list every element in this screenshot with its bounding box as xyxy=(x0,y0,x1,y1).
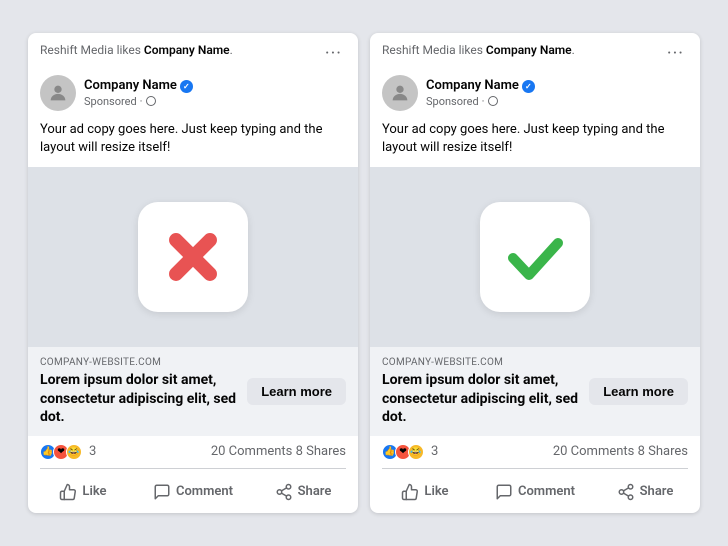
cta-left: COMPANY-WEBSITE.COM Lorem ipsum dolor si… xyxy=(40,357,240,426)
share-label: Share xyxy=(640,484,674,499)
like-label: Like xyxy=(424,484,448,499)
divider xyxy=(382,468,688,469)
comment-button[interactable]: Comment xyxy=(480,477,590,507)
like-label: Like xyxy=(82,484,106,499)
likes-prefix: Reshift Media likes xyxy=(40,43,144,57)
haha-bubble: 😂 xyxy=(408,444,424,460)
share-label: Share xyxy=(298,484,332,499)
learn-more-button[interactable]: Learn more xyxy=(247,378,346,405)
comment-label: Comment xyxy=(518,484,575,499)
comment-icon xyxy=(153,483,171,501)
profile-info: Company Name Sponsored · xyxy=(426,78,535,108)
like-button[interactable]: Like xyxy=(28,477,138,507)
share-button[interactable]: Share xyxy=(248,477,358,507)
likes-section: Reshift Media likes Company Name. xyxy=(382,43,575,59)
share-icon xyxy=(275,483,293,501)
profile-info: Company Name Sponsored · xyxy=(84,78,193,108)
icon-box xyxy=(138,202,248,312)
likes-section: Reshift Media likes Company Name. xyxy=(40,43,233,59)
actions-row: Like Comment Share xyxy=(370,473,700,513)
ad-copy: Your ad copy goes here. Just keep typing… xyxy=(28,117,358,167)
reactions-row: 👍 ❤ 😂 3 20 Comments 8 Shares xyxy=(370,436,700,464)
image-area xyxy=(370,167,700,347)
website-url: COMPANY-WEBSITE.COM xyxy=(382,357,582,368)
ad-copy: Your ad copy goes here. Just keep typing… xyxy=(370,117,700,167)
reactions-left: 👍 ❤ 😂 3 xyxy=(382,444,438,460)
avatar xyxy=(382,75,418,111)
cta-left: COMPANY-WEBSITE.COM Lorem ipsum dolor si… xyxy=(382,357,582,426)
sponsored-label: Sponsored xyxy=(426,95,479,108)
likes-text: Reshift Media likes Company Name. xyxy=(382,43,575,59)
headline: Lorem ipsum dolor sit amet, consectetur … xyxy=(382,371,582,426)
share-icon xyxy=(617,483,635,501)
comments-shares: 20 Comments 8 Shares xyxy=(211,444,346,459)
reaction-bubbles: 👍 ❤ 😂 xyxy=(40,444,82,460)
sponsored-label: Sponsored xyxy=(84,95,137,108)
check-icon xyxy=(503,225,568,290)
reactions-left: 👍 ❤ 😂 3 xyxy=(40,444,96,460)
ad-card-x: Reshift Media likes Company Name. ··· Co… xyxy=(28,33,358,513)
card-header: Reshift Media likes Company Name. ··· xyxy=(370,33,700,71)
actions-row: Like Comment Share xyxy=(28,473,358,513)
likes-company: Company Name xyxy=(144,43,230,57)
reaction-count: 3 xyxy=(431,444,438,459)
like-button[interactable]: Like xyxy=(370,477,480,507)
cta-section: COMPANY-WEBSITE.COM Lorem ipsum dolor si… xyxy=(370,347,700,436)
comment-button[interactable]: Comment xyxy=(138,477,248,507)
haha-bubble: 😂 xyxy=(66,444,82,460)
sponsored-row: Sponsored · xyxy=(426,95,535,108)
website-url: COMPANY-WEBSITE.COM xyxy=(40,357,240,368)
comment-label: Comment xyxy=(176,484,233,499)
likes-company: Company Name xyxy=(486,43,572,57)
ad-card-check: Reshift Media likes Company Name. ··· Co… xyxy=(370,33,700,513)
cards-container: Reshift Media likes Company Name. ··· Co… xyxy=(12,17,716,529)
company-name: Company Name xyxy=(84,78,177,95)
divider xyxy=(40,468,346,469)
more-options-button[interactable]: ··· xyxy=(321,43,346,65)
likes-prefix: Reshift Media likes xyxy=(382,43,486,57)
like-icon xyxy=(59,483,77,501)
share-button[interactable]: Share xyxy=(590,477,700,507)
company-name-row: Company Name xyxy=(84,78,193,95)
reactions-row: 👍 ❤ 😂 3 20 Comments 8 Shares xyxy=(28,436,358,464)
reaction-bubbles: 👍 ❤ 😂 xyxy=(382,444,424,460)
avatar xyxy=(40,75,76,111)
like-icon xyxy=(401,483,419,501)
globe-icon xyxy=(488,96,498,106)
globe-icon xyxy=(146,96,156,106)
profile-row: Company Name Sponsored · xyxy=(370,71,700,117)
more-options-button[interactable]: ··· xyxy=(663,43,688,65)
image-area xyxy=(28,167,358,347)
reaction-count: 3 xyxy=(89,444,96,459)
card-header: Reshift Media likes Company Name. ··· xyxy=(28,33,358,71)
comment-icon xyxy=(495,483,513,501)
icon-box xyxy=(480,202,590,312)
sponsored-row: Sponsored · xyxy=(84,95,193,108)
company-name-row: Company Name xyxy=(426,78,535,95)
cta-section: COMPANY-WEBSITE.COM Lorem ipsum dolor si… xyxy=(28,347,358,436)
profile-row: Company Name Sponsored · xyxy=(28,71,358,117)
headline: Lorem ipsum dolor sit amet, consectetur … xyxy=(40,371,240,426)
verified-icon xyxy=(180,80,193,93)
verified-icon xyxy=(522,80,535,93)
x-icon xyxy=(163,227,223,287)
likes-text: Reshift Media likes Company Name. xyxy=(40,43,233,59)
company-name: Company Name xyxy=(426,78,519,95)
learn-more-button[interactable]: Learn more xyxy=(589,378,688,405)
comments-shares: 20 Comments 8 Shares xyxy=(553,444,688,459)
